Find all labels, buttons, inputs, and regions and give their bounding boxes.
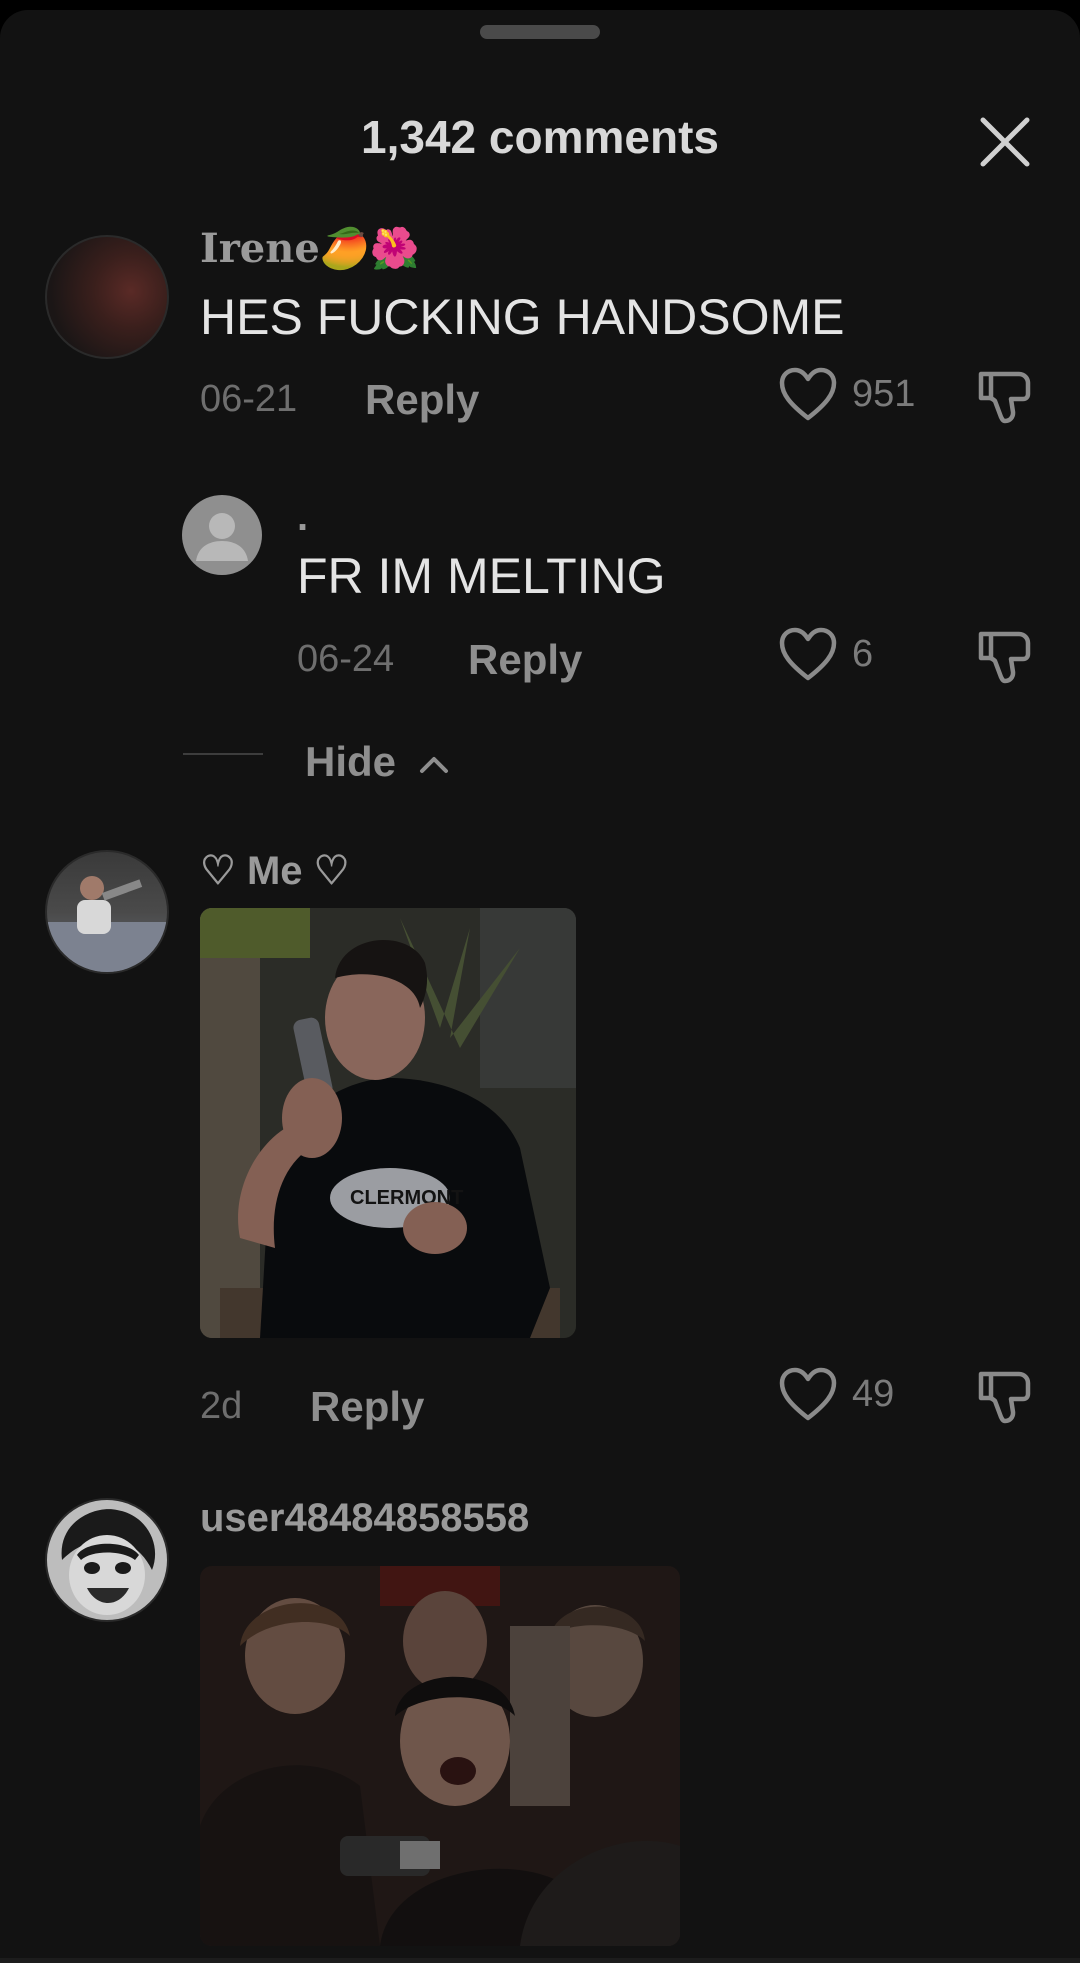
replies-divider	[183, 753, 263, 755]
thumbs-down-icon[interactable]	[975, 366, 1035, 426]
close-icon[interactable]	[975, 112, 1035, 172]
avatar[interactable]	[45, 1498, 169, 1622]
avatar[interactable]	[45, 235, 169, 359]
comment-date: 2d	[200, 1385, 243, 1427]
like-count: 49	[852, 1373, 895, 1415]
bottom-input-bar-edge	[0, 1958, 1080, 1963]
comment-username[interactable]: user48484858558	[200, 1496, 529, 1541]
reply-button[interactable]: Reply	[468, 636, 582, 684]
reply-button[interactable]: Reply	[365, 376, 479, 424]
crowd-photo	[200, 1566, 680, 1946]
comment-photo[interactable]	[200, 1566, 680, 1946]
comment-photo[interactable]: CLERMONT	[200, 908, 576, 1338]
heart-icon[interactable]	[778, 1366, 838, 1422]
comment-username[interactable]: Irene🥭🌺	[200, 225, 419, 272]
comment-text: HES FUCKING HANDSOME	[200, 289, 845, 345]
anime-avatar-image	[61, 1509, 156, 1615]
man-singing-photo: CLERMONT	[200, 908, 576, 1338]
comment-username[interactable]: ♡ Me ♡	[200, 848, 350, 894]
thumbs-down-icon[interactable]	[975, 1366, 1035, 1426]
comments-count-title: 1,342 comments	[361, 111, 719, 163]
comment-date: 06-21	[200, 378, 298, 420]
like-count: 951	[852, 373, 916, 415]
hide-replies-button[interactable]: Hide	[305, 738, 450, 786]
comment-date: 06-24	[297, 638, 395, 680]
hide-replies-label: Hide	[305, 738, 397, 785]
comment-username[interactable]: .	[297, 495, 308, 540]
heart-icon[interactable]	[778, 626, 838, 682]
comments-sheet: 1,342 comments Irene🥭🌺 HES FUCKING HANDS…	[0, 10, 1080, 1963]
chevron-up-icon	[419, 756, 448, 773]
like-count: 6	[852, 633, 874, 675]
avatar-image	[47, 876, 167, 972]
comment-text: FR IM MELTING	[297, 548, 666, 604]
reply-button[interactable]: Reply	[310, 1383, 424, 1431]
avatar[interactable]	[45, 850, 169, 974]
default-avatar-icon	[196, 513, 248, 561]
avatar[interactable]	[182, 495, 262, 575]
drag-handle[interactable]	[480, 25, 600, 39]
heart-icon[interactable]	[778, 366, 838, 422]
thumbs-down-icon[interactable]	[975, 626, 1035, 686]
